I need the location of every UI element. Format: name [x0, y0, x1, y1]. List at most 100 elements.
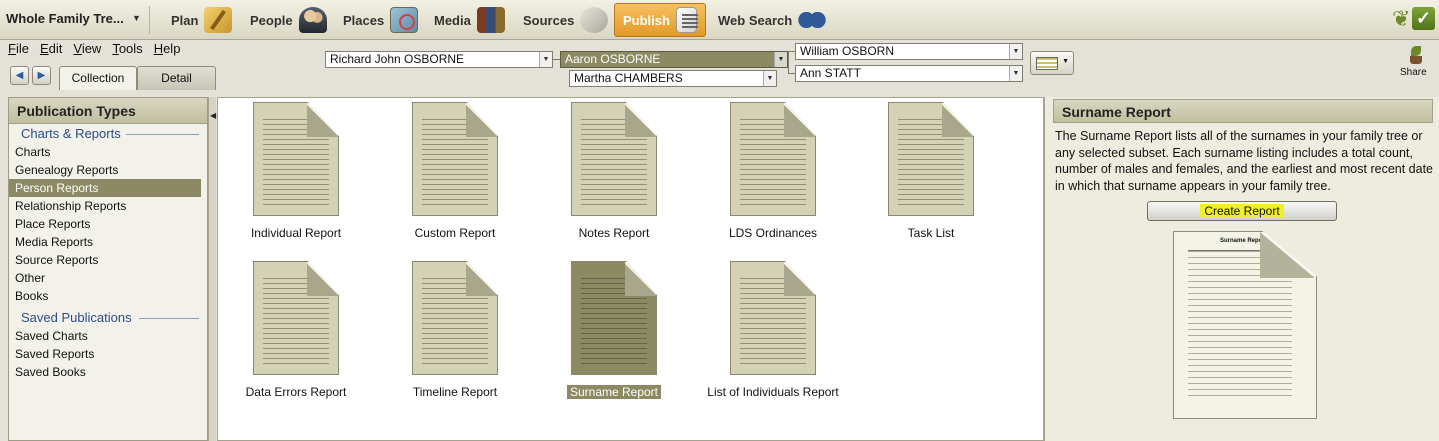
group-charts-reports: Charts & Reports: [9, 125, 207, 143]
page-fold: [1260, 232, 1316, 278]
report-label: Individual Report: [250, 226, 342, 240]
report-label: LDS Ordinances: [728, 226, 818, 240]
nav-plan[interactable]: Plan: [163, 3, 240, 37]
plan-icon: [204, 7, 233, 33]
grandfather-selector[interactable]: William OSBORN ▼: [795, 43, 1023, 60]
report-card-lds-ordinances[interactable]: LDS Ordinances: [688, 102, 858, 240]
report-label: Task List: [907, 226, 955, 240]
list-item-saved-reports[interactable]: Saved Reports: [9, 345, 207, 363]
list-item-other[interactable]: Other: [9, 269, 207, 287]
report-label: Data Errors Report: [245, 385, 347, 399]
share-icon[interactable]: [1408, 46, 1424, 64]
chevron-down-icon: ▼: [774, 52, 787, 67]
top-toolbar: Whole Family Tre... ▼ Plan People Places…: [0, 0, 1439, 40]
report-gallery: Individual Report Custom Report Notes Re…: [217, 97, 1044, 441]
person-selector[interactable]: Richard John OSBORNE ▼: [325, 51, 553, 68]
web-search-icon: [798, 7, 827, 33]
chevron-down-icon: ▼: [763, 71, 776, 86]
list-item-charts[interactable]: Charts: [9, 143, 207, 161]
report-card-custom[interactable]: Custom Report: [370, 102, 540, 240]
divider: [126, 134, 199, 135]
places-icon: [390, 7, 419, 33]
menu-bar: File Edit View Tools Help: [8, 41, 191, 56]
report-thumbnail: [571, 261, 657, 375]
chevron-down-icon: ▼: [1062, 58, 1069, 65]
report-card-individual[interactable]: Individual Report: [211, 102, 381, 240]
report-card-list-of-individuals[interactable]: List of Individuals Report: [688, 261, 858, 399]
report-thumbnail: [412, 102, 498, 216]
report-thumbnail: [412, 261, 498, 375]
nav-sources-label: Sources: [523, 12, 575, 28]
report-thumbnail: [253, 261, 339, 375]
mother-selector[interactable]: Martha CHAMBERS ▼: [569, 70, 777, 87]
media-icon: [476, 7, 505, 33]
menu-file[interactable]: File: [8, 41, 29, 56]
report-thumbnail: [253, 102, 339, 216]
people-icon: [298, 7, 327, 33]
chevron-down-icon: ▼: [539, 52, 552, 67]
nav-places-label: Places: [343, 12, 385, 28]
report-label: List of Individuals Report: [707, 385, 839, 399]
report-label: Timeline Report: [412, 385, 498, 399]
list-item-relationship-reports[interactable]: Relationship Reports: [9, 197, 207, 215]
list-item-media-reports[interactable]: Media Reports: [9, 233, 207, 251]
list-item-person-reports[interactable]: Person Reports: [9, 179, 201, 197]
nav-web-search-label: Web Search: [718, 12, 793, 28]
nav-sources[interactable]: Sources: [515, 3, 616, 37]
publication-types-panel: Publication Types Charts & Reports Chart…: [8, 97, 208, 441]
report-thumbnail: [888, 102, 974, 216]
mother-name: Martha CHAMBERS: [574, 71, 683, 85]
panel-title: Publication Types: [9, 98, 207, 124]
sources-icon: [580, 7, 609, 33]
report-label: Custom Report: [414, 226, 496, 240]
forward-arrow-icon[interactable]: ▶: [32, 66, 51, 85]
list-item-genealogy-reports[interactable]: Genealogy Reports: [9, 161, 207, 179]
menu-view[interactable]: View: [73, 41, 101, 56]
report-card-notes[interactable]: Notes Report: [529, 102, 699, 240]
publish-icon: [675, 7, 699, 33]
share-label[interactable]: Share: [1400, 67, 1427, 78]
nav-web-search[interactable]: Web Search: [710, 3, 834, 37]
divider: [139, 318, 199, 319]
list-item-place-reports[interactable]: Place Reports: [9, 215, 207, 233]
list-view-icon: [1036, 57, 1058, 70]
nav-publish[interactable]: Publish: [614, 3, 706, 37]
report-card-task-list[interactable]: Task List: [846, 102, 1016, 240]
list-item-saved-books[interactable]: Saved Books: [9, 363, 207, 381]
father-selector[interactable]: Aaron OSBORNE ▼: [560, 51, 788, 68]
report-details-panel: Surname Report The Surname Report lists …: [1044, 97, 1439, 441]
tab-detail[interactable]: Detail: [137, 66, 216, 90]
list-item-books[interactable]: Books: [9, 287, 207, 305]
nav-places[interactable]: Places: [335, 3, 426, 37]
view-options-button[interactable]: ▼: [1030, 51, 1074, 75]
grandmother-selector[interactable]: Ann STATT ▼: [795, 65, 1023, 82]
back-arrow-icon[interactable]: ◀: [10, 66, 29, 85]
nav-media-label: Media: [434, 12, 471, 28]
report-thumbnail: [730, 102, 816, 216]
report-thumbnail: [730, 261, 816, 375]
report-card-surname[interactable]: Surname Report: [529, 261, 699, 399]
nav-people[interactable]: People: [242, 3, 335, 37]
report-title: Surname Report: [1053, 99, 1433, 123]
report-card-timeline[interactable]: Timeline Report: [370, 261, 540, 399]
report-description: The Surname Report lists all of the surn…: [1055, 129, 1433, 193]
report-card-data-errors[interactable]: Data Errors Report: [211, 261, 381, 399]
divider: [149, 6, 150, 34]
father-name: Aaron OSBORNE: [565, 52, 661, 66]
list-item-source-reports[interactable]: Source Reports: [9, 251, 207, 269]
report-preview: Surname Report: [1173, 231, 1317, 419]
list-item-saved-charts[interactable]: Saved Charts: [9, 327, 207, 345]
group-label: Saved Publications: [21, 310, 132, 325]
menu-tools[interactable]: Tools: [112, 41, 142, 56]
tree-dropdown-icon[interactable]: ▼: [132, 13, 141, 23]
tree-selector[interactable]: Whole Family Tre...: [6, 11, 124, 26]
menu-help[interactable]: Help: [154, 41, 181, 56]
nav-media[interactable]: Media: [426, 3, 513, 37]
connector: [788, 51, 789, 73]
create-report-label: Create Report: [1200, 204, 1284, 218]
tab-collection[interactable]: Collection: [59, 66, 137, 90]
menu-edit[interactable]: Edit: [40, 41, 62, 56]
sync-check-icon[interactable]: ✓: [1412, 7, 1435, 30]
create-report-button[interactable]: Create Report: [1147, 201, 1337, 221]
report-label: Notes Report: [578, 226, 650, 240]
